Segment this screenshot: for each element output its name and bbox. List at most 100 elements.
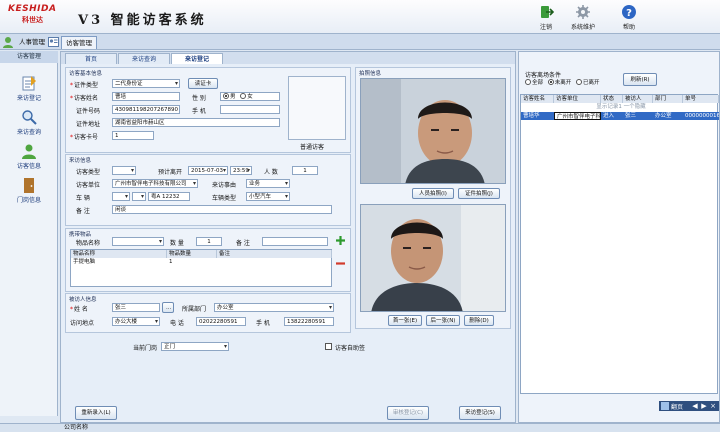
register-button[interactable]: 来访登记(S) [459, 406, 501, 420]
id-card-icon [48, 37, 59, 47]
visit-reason-label: 来访事由 [212, 182, 237, 189]
tab-visit-query[interactable]: 来访查询 [118, 53, 170, 64]
item-qty-stepper[interactable]: 1 [196, 237, 222, 246]
sidebar-item-label: 门岗信息 [16, 197, 41, 204]
phone-label: 手 机 [192, 108, 206, 115]
host-mobile-field[interactable]: 13822280591 [284, 317, 334, 326]
company-field[interactable]: 广州市智伴电子科技有限公司 [112, 179, 198, 188]
gender-radio-group: 男 女 [220, 92, 280, 101]
vehicle-type-label: 车辆类型 [212, 195, 237, 202]
prev-photo-button[interactable]: 首一张(E) [388, 315, 422, 326]
reset-button[interactable]: 重新录入(L) [75, 406, 117, 420]
host-dept-label: 所属部门 [182, 306, 207, 313]
plate-number-field[interactable]: 粤A 12232 [148, 192, 190, 201]
sidebar-item-visit-register[interactable]: 来访登记 [0, 75, 58, 107]
id-photo-button[interactable]: 证件拍照(J) [458, 188, 500, 199]
read-card-button[interactable]: 读证卡 [188, 78, 218, 89]
subtab-bar: 首页 来访查询 来访登记 [61, 52, 515, 64]
filter-option-label: 未离开 [554, 80, 572, 86]
visitor-icon [22, 144, 36, 159]
gender-female-radio[interactable] [240, 93, 247, 99]
id-type-select[interactable]: 二代身份证 [112, 79, 180, 88]
filter-not-left-radio[interactable] [547, 79, 554, 85]
expected-leave-time[interactable]: 23:59 [230, 166, 252, 175]
next-page-icon[interactable]: ▶ [700, 401, 708, 411]
host-name-field[interactable]: 张三 [112, 303, 160, 312]
visitor-type-select[interactable] [112, 166, 136, 175]
item-remark-label: 备 注 [236, 240, 250, 247]
id-type-label: 证件类型 [70, 80, 98, 89]
group-title: 拍照信息 [359, 71, 382, 77]
id-number-label: 证件号码 [76, 108, 101, 115]
query-icon [22, 110, 37, 125]
help-button[interactable]: ? 帮助 [609, 3, 649, 33]
items-group: 携带物品 物品名称 数 量 1 备 注 物品名称 物品数量 备注 手提电脑 1 [65, 228, 351, 292]
sidebar-item-visit-query[interactable]: 来访查询 [0, 109, 58, 141]
plate-letter-select[interactable] [132, 192, 146, 201]
table-cell: 进入 [603, 113, 615, 119]
card-number-label: 访客卡号 [70, 132, 98, 141]
tab-personnel[interactable]: 人事管理 [15, 36, 49, 49]
item-name-select[interactable] [112, 237, 164, 246]
remove-item-icon[interactable] [336, 259, 345, 268]
gate-select[interactable]: 正门 [161, 342, 229, 351]
tab-visit-register[interactable]: 来访登记 [171, 53, 223, 64]
sidebar-item-gate-info[interactable]: 门岗信息 [0, 177, 58, 209]
visitor-type-label: 访客类型 [76, 169, 101, 176]
sidebar-item-label: 来访查询 [16, 129, 41, 136]
gate-label: 当前门岗 [133, 345, 158, 352]
item-cell[interactable]: 1 [167, 258, 217, 266]
address-field[interactable]: 湖南省益阳市赫山区 [112, 118, 280, 127]
visitor-name-field[interactable]: 曹培 [112, 92, 180, 101]
item-cell[interactable]: 手提电脑 [71, 258, 167, 266]
prev-page-icon[interactable]: ◀ [691, 401, 699, 411]
visitor-count-stepper[interactable]: 1 [292, 166, 318, 175]
vehicle-type-select[interactable]: 小型汽车 [246, 192, 290, 201]
system-maintenance-button[interactable]: 系统维护 [563, 3, 603, 33]
remark-field[interactable]: 闲谈 [112, 205, 332, 214]
tab-visitor-management[interactable]: 访客管理 [61, 36, 97, 49]
delete-photo-button[interactable]: 删除(D) [464, 315, 494, 326]
visitor-table: 访客姓名 访客单位 状态 被访人 部门 单号 显示记录1 一个隐藏 曹培华 广州… [520, 94, 719, 394]
pager-label: 翻页 [671, 404, 684, 411]
table-row[interactable]: 曹培华 广州市智伴电子科 进入 张三 办公室 0000000016 [521, 112, 719, 120]
pager-bar: 翻页 ◀ ▶ × [659, 401, 719, 411]
visitor-photo-image [361, 205, 505, 311]
tab-home[interactable]: 首页 [65, 53, 117, 64]
visit-location-select[interactable]: 办公大楼 [112, 317, 160, 326]
logout-button[interactable]: 注销 [526, 3, 566, 33]
self-checkin-checkbox[interactable] [325, 343, 332, 350]
expected-leave-date[interactable]: 2015-07-03 [188, 166, 228, 175]
items-table: 物品名称 物品数量 备注 手提电脑 1 [70, 249, 332, 287]
card-number-field[interactable]: 1 [112, 131, 154, 140]
id-number-field[interactable]: 430981198207267890 [112, 105, 180, 114]
add-item-icon[interactable] [336, 236, 345, 245]
grid-icon [661, 402, 669, 410]
main-panel: 首页 来访查询 来访登记 访客基本信息 证件类型 二代身份证 读证卡 访客姓名 … [60, 51, 516, 423]
next-photo-button[interactable]: 后一张(N) [426, 315, 460, 326]
visit-reason-select[interactable]: 业务 [246, 179, 290, 188]
item-remark-field[interactable] [262, 237, 328, 246]
gender-male-label: 男 [230, 94, 236, 100]
table-cell: 广州市智伴电子科 [554, 112, 601, 120]
item-cell[interactable] [217, 258, 332, 266]
host-tel-field[interactable]: 02022280591 [196, 317, 246, 326]
remark-label: 备 注 [76, 208, 90, 215]
brand-logo: KESHIDA 科世达 [8, 4, 60, 30]
visitor-list-panel: 访客离场条件 全部 未离开 已离开 刷新(R) 访客姓名 访客单位 状态 被访人… [518, 51, 720, 423]
filter-all-radio[interactable] [525, 79, 531, 85]
svg-text:?: ? [626, 8, 632, 19]
group-title: 携带物品 [69, 232, 92, 238]
filter-left-radio[interactable] [576, 79, 583, 85]
refresh-button[interactable]: 刷新(R) [623, 73, 657, 86]
approve-button[interactable]: 审核登记(C) [387, 406, 429, 420]
close-icon[interactable]: × [709, 401, 717, 411]
gender-male-radio[interactable] [223, 93, 229, 99]
sidebar-item-visitor-info[interactable]: 访客信息 [0, 143, 58, 175]
host-lookup-button[interactable]: ... [162, 302, 174, 313]
person-photo-button[interactable]: 人员拍照(I) [412, 188, 454, 199]
phone-field[interactable] [220, 105, 280, 114]
self-checkin-label: 访客自助签 [335, 345, 366, 352]
plate-province-select[interactable] [112, 192, 130, 201]
host-dept-select[interactable]: 办公室 [214, 303, 334, 312]
